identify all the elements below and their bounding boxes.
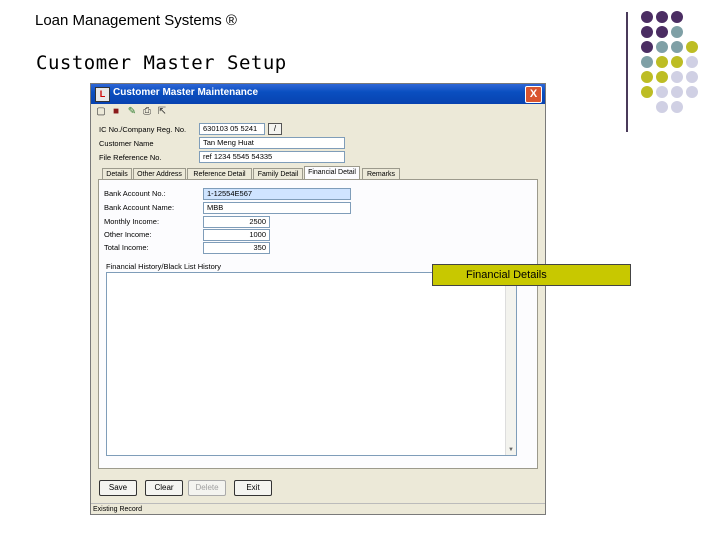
decorative-dot: [641, 11, 653, 23]
app-icon: L: [95, 87, 110, 102]
tab-panel: Bank Account No.: 1-12554E567 Bank Accou…: [98, 179, 538, 469]
history-scrollbar[interactable]: ▲ ▼: [505, 273, 516, 455]
file-reference-label: File Reference No.: [99, 153, 162, 162]
file-reference-input[interactable]: ref 1234 5545 54335: [199, 151, 345, 163]
decorative-dot: [656, 71, 668, 83]
financial-details-callout: Financial Details: [432, 264, 631, 286]
decorative-dot: [671, 56, 683, 68]
decorative-dot: [641, 26, 653, 38]
bank-account-no-input[interactable]: 1-12554E567: [203, 188, 351, 200]
exit-button[interactable]: Exit: [234, 480, 272, 496]
decorative-dot: [641, 56, 653, 68]
history-list[interactable]: ▲ ▼: [106, 272, 517, 456]
monthly-income-label: Monthly Income:: [104, 217, 160, 226]
close-button[interactable]: X: [525, 86, 542, 103]
decorative-dot: [656, 26, 668, 38]
decorative-dot: [641, 71, 653, 83]
scroll-down-icon[interactable]: ▼: [506, 445, 516, 455]
print-icon[interactable]: ⎙: [141, 106, 153, 118]
new-icon[interactable]: ▢: [95, 106, 107, 118]
total-income-label: Total Income:: [104, 243, 149, 252]
decorative-dot: [671, 101, 683, 113]
decorative-dot: [671, 86, 683, 98]
decorative-dot: [656, 11, 668, 23]
status-bar: Existing Record: [91, 503, 545, 514]
ic-no-input[interactable]: 630103 05 5241: [199, 123, 265, 135]
decorative-dot: [641, 41, 653, 53]
decorative-dot: [671, 71, 683, 83]
decorative-dot: [656, 86, 668, 98]
other-income-label: Other Income:: [104, 230, 152, 239]
slide-subtitle: Customer Master Setup: [36, 52, 287, 74]
export-icon[interactable]: ⇱: [156, 106, 168, 118]
tab-financial-detail[interactable]: Financial Detail: [304, 166, 360, 180]
decorative-dot: [686, 41, 698, 53]
total-income-input[interactable]: 350: [203, 242, 270, 254]
monthly-income-input[interactable]: 2500: [203, 216, 270, 228]
decorative-dot: [686, 71, 698, 83]
customer-name-label: Customer Name: [99, 139, 154, 148]
delete-icon[interactable]: ■: [110, 106, 122, 118]
decorative-dot: [656, 101, 668, 113]
window-title: Customer Master Maintenance: [113, 87, 259, 98]
history-label: Financial History/Black List History: [106, 262, 222, 271]
customer-name-input[interactable]: Tan Meng Huat: [199, 137, 345, 149]
window-titlebar[interactable]: L Customer Master Maintenance X: [91, 84, 545, 104]
save-button[interactable]: Save: [99, 480, 137, 496]
other-income-input[interactable]: 1000: [203, 229, 270, 241]
decorative-dot: [686, 86, 698, 98]
bank-account-name-input[interactable]: MBB: [203, 202, 351, 214]
ic-no-label: IC No./Company Reg. No.: [99, 125, 187, 134]
decorative-dot: [671, 41, 683, 53]
ic-lookup-button[interactable]: /: [268, 123, 282, 135]
bank-account-no-label: Bank Account No.:: [104, 189, 166, 198]
bank-account-name-label: Bank Account Name:: [104, 203, 175, 212]
customer-master-window: L Customer Master Maintenance X ▢ ■ ✎ ⎙ …: [90, 83, 546, 515]
decorative-dot: [656, 56, 668, 68]
slide-title: Loan Management Systems ®: [35, 12, 237, 29]
delete-button[interactable]: Delete: [188, 480, 226, 496]
decorative-dot: [641, 86, 653, 98]
decorative-dot: [686, 56, 698, 68]
decorative-dot: [671, 11, 683, 23]
clear-button[interactable]: Clear: [145, 480, 183, 496]
edit-icon[interactable]: ✎: [126, 106, 138, 118]
decorative-divider: [626, 12, 628, 132]
decorative-dot: [671, 26, 683, 38]
decorative-dot: [656, 41, 668, 53]
